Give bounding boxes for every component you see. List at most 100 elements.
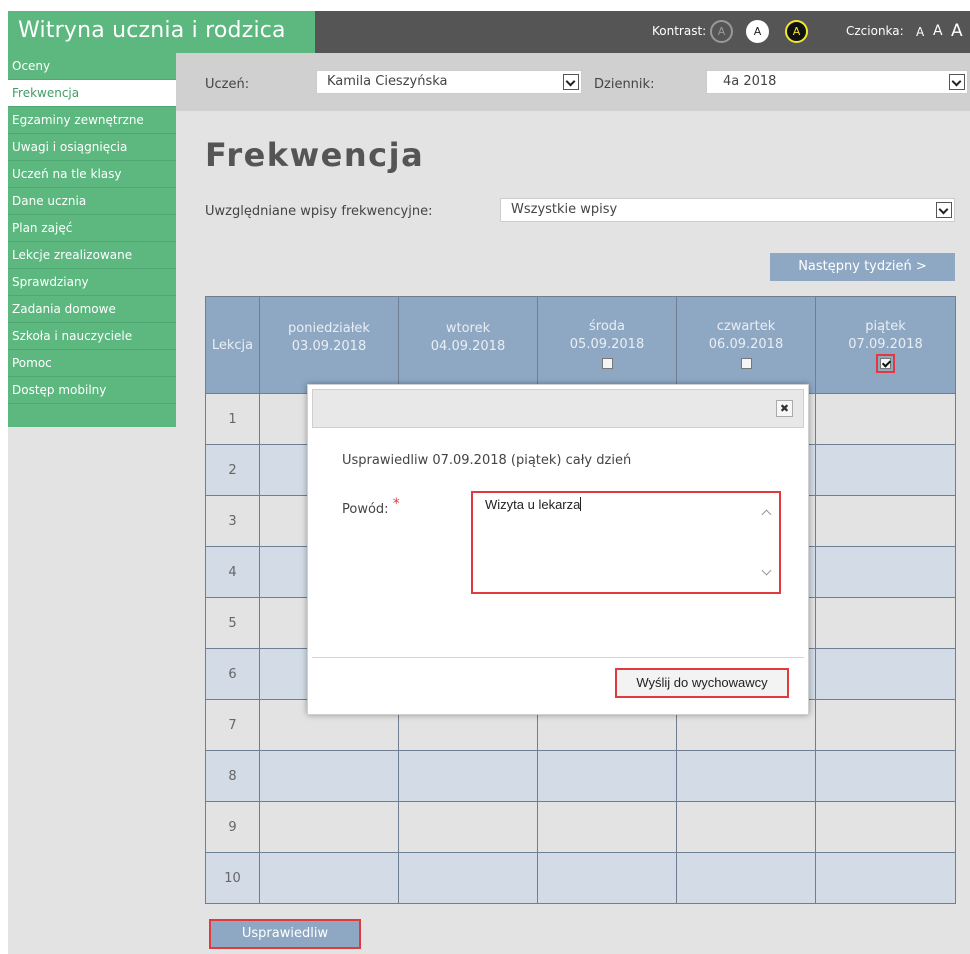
sidebar-item-uwagi[interactable]: Uwagi i osiągnięcia xyxy=(8,134,176,161)
reason-textarea[interactable]: Wizyta u lekarza xyxy=(471,491,781,594)
filter-select-value: Wszystkie wpisy xyxy=(511,202,618,217)
sidebar-item-dostep-mobilny[interactable]: Dostęp mobilny xyxy=(8,377,176,404)
day-checkbox-thursday[interactable] xyxy=(740,357,752,369)
day-header-tuesday: wtorek 04.09.2018 xyxy=(398,296,538,394)
sidebar-item-zadania-domowe[interactable]: Zadania domowe xyxy=(8,296,176,323)
lesson-column-header: Lekcja xyxy=(205,296,260,394)
close-icon[interactable]: ✖ xyxy=(776,400,793,417)
justify-button[interactable]: Usprawiedliw xyxy=(209,919,361,949)
sidebar-item-lekcje-zrealizowane[interactable]: Lekcje zrealizowane xyxy=(8,242,176,269)
required-marker: * xyxy=(392,496,400,512)
student-select[interactable]: Kamila Cieszyńska xyxy=(316,70,582,94)
journal-label: Dziennik: xyxy=(594,77,655,92)
lesson-number: 2 xyxy=(205,444,260,496)
contrast-high-button[interactable]: A xyxy=(746,20,769,43)
sidebar-item-dane-ucznia[interactable]: Dane ucznia xyxy=(8,188,176,215)
next-week-button[interactable]: Następny tydzień > xyxy=(770,253,955,281)
journal-select[interactable]: 4a 2018 xyxy=(706,70,968,94)
lesson-number: 8 xyxy=(205,750,260,802)
sidebar-item-plan-zajec[interactable]: Plan zajęć xyxy=(8,215,176,242)
table-cell xyxy=(815,648,956,700)
day-checkbox-friday[interactable] xyxy=(876,353,895,373)
table-cell xyxy=(259,852,399,904)
text-caret xyxy=(580,497,582,511)
day-date: 05.09.2018 xyxy=(569,336,645,352)
table-cell xyxy=(815,597,956,649)
day-header-wednesday: środa 05.09.2018 xyxy=(537,296,677,394)
lesson-number: 3 xyxy=(205,495,260,547)
lesson-number: 1 xyxy=(205,393,260,445)
send-to-teacher-button[interactable]: Wyślij do wychowawcy xyxy=(615,668,789,698)
sidebar-item-oceny[interactable]: Oceny xyxy=(8,53,176,80)
reason-text: Wizyta u lekarza xyxy=(485,497,581,512)
lesson-number: 5 xyxy=(205,597,260,649)
table-cell xyxy=(398,801,538,853)
table-row: 8 xyxy=(205,750,956,802)
app-title: Witryna ucznia i rodzica xyxy=(18,18,286,43)
filter-label: Uwzględniane wpisy frekwencyjne: xyxy=(205,204,433,219)
contrast-normal-button[interactable]: A xyxy=(710,20,733,43)
sidebar-item-egzaminy[interactable]: Egzaminy zewnętrzne xyxy=(8,107,176,134)
student-select-value: Kamila Cieszyńska xyxy=(327,74,448,89)
day-checkbox-wednesday[interactable] xyxy=(601,357,613,369)
table-cell xyxy=(676,801,816,853)
page-title: Frekwencja xyxy=(205,136,425,174)
font-large-button[interactable]: A xyxy=(951,21,963,41)
day-name: środa xyxy=(588,318,625,334)
day-date: 06.09.2018 xyxy=(708,336,784,352)
attendance-filter-select[interactable]: Wszystkie wpisy xyxy=(500,198,955,222)
app-header-brand: Witryna ucznia i rodzica xyxy=(8,11,315,53)
sidebar-item-szkola-i-nauczyciele[interactable]: Szkoła i nauczyciele xyxy=(8,323,176,350)
lesson-number: 10 xyxy=(205,852,260,904)
day-date: 07.09.2018 xyxy=(848,336,923,352)
table-cell xyxy=(398,750,538,802)
sidebar-item-uczen-na-tle-klasy[interactable]: Uczeń na tle klasy xyxy=(8,161,176,188)
table-header-row: Lekcja poniedziałek 03.09.2018 wtorek 04… xyxy=(205,296,956,394)
sidebar-item-pomoc[interactable]: Pomoc xyxy=(8,350,176,377)
table-cell xyxy=(815,699,956,751)
table-cell xyxy=(676,852,816,904)
sidebar-item-frekwencja[interactable]: Frekwencja xyxy=(8,80,176,107)
day-date: 03.09.2018 xyxy=(291,338,367,354)
lesson-number: 4 xyxy=(205,546,260,598)
day-date: 04.09.2018 xyxy=(430,338,506,354)
dialog-message: Usprawiedliw 07.09.2018 (piątek) cały dz… xyxy=(342,453,632,468)
contrast-yellow-button[interactable]: A xyxy=(785,20,808,43)
accessibility-toolbar: Kontrast: A A A Czcionka: A A A xyxy=(315,11,970,53)
table-cell xyxy=(537,852,677,904)
lesson-number: 9 xyxy=(205,801,260,853)
table-cell xyxy=(537,801,677,853)
reason-label: Powód: * xyxy=(342,496,400,517)
lesson-number: 7 xyxy=(205,699,260,751)
day-name: poniedziałek xyxy=(288,320,370,336)
chevron-down-icon xyxy=(949,74,965,90)
font-small-button[interactable]: A xyxy=(916,25,924,39)
table-cell xyxy=(676,750,816,802)
table-cell xyxy=(537,750,677,802)
day-header-monday: poniedziałek 03.09.2018 xyxy=(259,296,399,394)
table-cell xyxy=(815,546,956,598)
table-cell xyxy=(815,444,956,496)
chevron-down-icon xyxy=(563,74,579,90)
dialog-titlebar: ✖ xyxy=(312,389,804,428)
reason-label-text: Powód: xyxy=(342,502,389,517)
font-size-label: Czcionka: xyxy=(846,24,904,38)
day-name: piątek xyxy=(865,318,906,334)
day-name: wtorek xyxy=(445,320,491,336)
scroll-up-icon[interactable] xyxy=(761,509,772,520)
day-header-friday: piątek 07.09.2018 xyxy=(815,296,956,394)
scroll-down-icon[interactable] xyxy=(761,565,772,576)
table-cell xyxy=(815,495,956,547)
table-cell xyxy=(259,801,399,853)
font-medium-button[interactable]: A xyxy=(933,23,943,39)
table-cell xyxy=(815,393,956,445)
justify-dialog: ✖ Usprawiedliw 07.09.2018 (piątek) cały … xyxy=(307,384,809,715)
table-cell xyxy=(398,852,538,904)
table-row: 10 xyxy=(205,852,956,904)
chevron-down-icon xyxy=(936,202,952,218)
contrast-label: Kontrast: xyxy=(652,24,707,38)
sidebar-item-sprawdziany[interactable]: Sprawdziany xyxy=(8,269,176,296)
table-cell xyxy=(815,852,956,904)
lesson-number: 6 xyxy=(205,648,260,700)
sidebar-nav: Oceny Frekwencja Egzaminy zewnętrzne Uwa… xyxy=(8,53,176,427)
